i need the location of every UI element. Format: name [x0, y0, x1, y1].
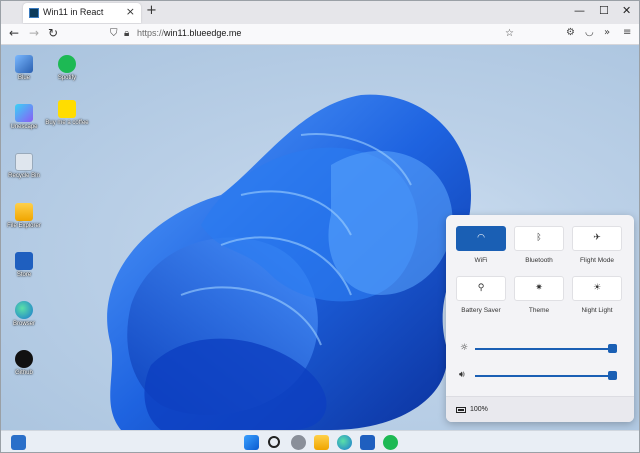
- desktop-icon-label: Browser: [12, 321, 35, 327]
- store-icon: [15, 252, 33, 270]
- airplane-icon: ✈: [593, 233, 601, 243]
- flight-mode-tile[interactable]: ✈: [572, 226, 622, 251]
- desktop-icon-label: Recycle Bin: [8, 173, 40, 179]
- unescape-icon: [15, 104, 33, 122]
- theme-label: Theme: [528, 307, 550, 314]
- tab-bar: Win11 in React × + — ☐ ✕: [1, 1, 639, 24]
- file-explorer-icon[interactable]: [314, 435, 329, 450]
- bluetooth-icon: ᛒ: [536, 233, 542, 243]
- bluetooth-tile[interactable]: ᛒ: [514, 226, 564, 251]
- pocket-icon[interactable]: ◡: [585, 27, 594, 38]
- edge-icon[interactable]: [337, 435, 352, 450]
- desktop-icon-coffee[interactable]: Buy me a coffee: [45, 100, 89, 127]
- blue-computer-icon: [15, 55, 33, 73]
- search-icon[interactable]: [268, 436, 280, 448]
- reload-icon[interactable]: ↻: [48, 26, 58, 40]
- brightness-icon: ☼: [460, 343, 469, 353]
- edge-icon: [15, 301, 33, 319]
- battery-saver-label: Battery Saver: [461, 307, 501, 314]
- volume-slider[interactable]: [475, 375, 612, 377]
- desktop-icon-file-explorer[interactable]: File Explorer: [2, 203, 46, 230]
- volume-icon: 🔊︎: [459, 370, 465, 380]
- menu-icon[interactable]: ≡: [623, 27, 631, 38]
- recycle-bin-icon: [15, 153, 33, 171]
- night-light-tile[interactable]: ☀: [572, 276, 622, 301]
- coffee-icon: [58, 100, 76, 118]
- battery-saver-tile[interactable]: ⚲: [456, 276, 506, 301]
- back-icon[interactable]: ←: [9, 26, 19, 40]
- extensions-icon[interactable]: ⚙: [566, 27, 575, 38]
- wifi-label: WiFi: [474, 257, 488, 264]
- bookmark-star-icon[interactable]: ☆: [505, 28, 514, 39]
- overflow-chevron-icon[interactable]: »: [604, 27, 610, 38]
- desktop-icon-recycle-bin[interactable]: Recycle Bin: [2, 153, 46, 180]
- desktop-icon-blue[interactable]: Blue: [2, 55, 46, 82]
- bluetooth-label: Bluetooth: [525, 257, 553, 264]
- settings-icon[interactable]: [291, 435, 306, 450]
- start-icon[interactable]: [244, 435, 259, 450]
- desktop-icon-label: Github: [15, 370, 33, 376]
- lock-icon[interactable]: 🔒︎: [124, 28, 129, 39]
- desktop-icon-store[interactable]: Store: [2, 252, 46, 279]
- taskbar: [1, 430, 639, 452]
- desktop-icon-label: Blue: [17, 75, 30, 81]
- flight-mode-label: Flight Mode: [580, 257, 614, 264]
- wifi-icon: ◠: [477, 233, 485, 243]
- desktop-icon-unescape[interactable]: Unescape: [2, 104, 46, 131]
- night-light-label: Night Light: [581, 307, 613, 314]
- desktop-icon-label: Store: [16, 272, 32, 278]
- new-tab-button[interactable]: +: [146, 3, 157, 18]
- desktop-icon-browser[interactable]: Browser: [2, 301, 46, 328]
- browser-window: Win11 in React × + — ☐ ✕ ← → ↻ ⛉ 🔒︎ http…: [0, 0, 640, 453]
- url-text[interactable]: https://win11.blueedge.me: [137, 28, 241, 38]
- theme-icon: ✷: [535, 283, 543, 293]
- desktop-icon-label: Buy me a coffee: [45, 120, 89, 126]
- desktop-icon-label: File Explorer: [7, 223, 41, 229]
- battery-icon: [456, 407, 466, 413]
- minimize-button[interactable]: —: [574, 4, 585, 17]
- theme-tile[interactable]: ✷: [514, 276, 564, 301]
- desktop-icon-spotify[interactable]: Spotify: [45, 55, 89, 82]
- url-scheme: https://: [137, 28, 165, 38]
- url-domain: win11.blueedge.me: [164, 28, 242, 38]
- quick-settings-panel: ◠ ᛒ ✈ WiFi Bluetooth Flight Mode ⚲ ✷ ☀ B…: [446, 215, 634, 422]
- desktop-icon-label: Spotify: [57, 75, 77, 81]
- store-icon[interactable]: [360, 435, 375, 450]
- navigation-bar: ← → ↻ ⛉ 🔒︎ https://win11.blueedge.me ☆ ⚙…: [1, 24, 639, 45]
- maximize-button[interactable]: ☐: [599, 4, 609, 17]
- tab-win11[interactable]: Win11 in React ×: [23, 3, 141, 23]
- url-bar[interactable]: ⛉ 🔒︎ https://win11.blueedge.me ☆: [104, 25, 524, 43]
- tab-title: Win11 in React: [43, 7, 104, 17]
- quick-settings-footer: 100%: [446, 396, 634, 422]
- spotify-icon[interactable]: [383, 435, 398, 450]
- widgets-icon[interactable]: [11, 435, 26, 450]
- spotify-icon: [58, 55, 76, 73]
- battery-percentage: 100%: [470, 406, 488, 413]
- close-window-button[interactable]: ✕: [622, 4, 631, 17]
- github-icon: [15, 350, 33, 368]
- tab-close-button[interactable]: ×: [126, 5, 135, 18]
- favicon-icon: [29, 8, 39, 18]
- volume-slider-thumb[interactable]: [607, 371, 617, 380]
- shield-icon[interactable]: ⛉: [110, 28, 118, 39]
- wifi-tile[interactable]: ◠: [456, 226, 506, 251]
- night-light-icon: ☀: [592, 283, 602, 293]
- forward-icon[interactable]: →: [29, 26, 39, 40]
- brightness-slider-thumb[interactable]: [607, 344, 617, 353]
- desktop-icon-label: Unescape: [10, 124, 38, 130]
- folder-icon: [15, 203, 33, 221]
- battery-saver-icon: ⚲: [477, 283, 485, 293]
- brightness-slider[interactable]: [475, 348, 612, 350]
- desktop-icon-github[interactable]: Github: [2, 350, 46, 377]
